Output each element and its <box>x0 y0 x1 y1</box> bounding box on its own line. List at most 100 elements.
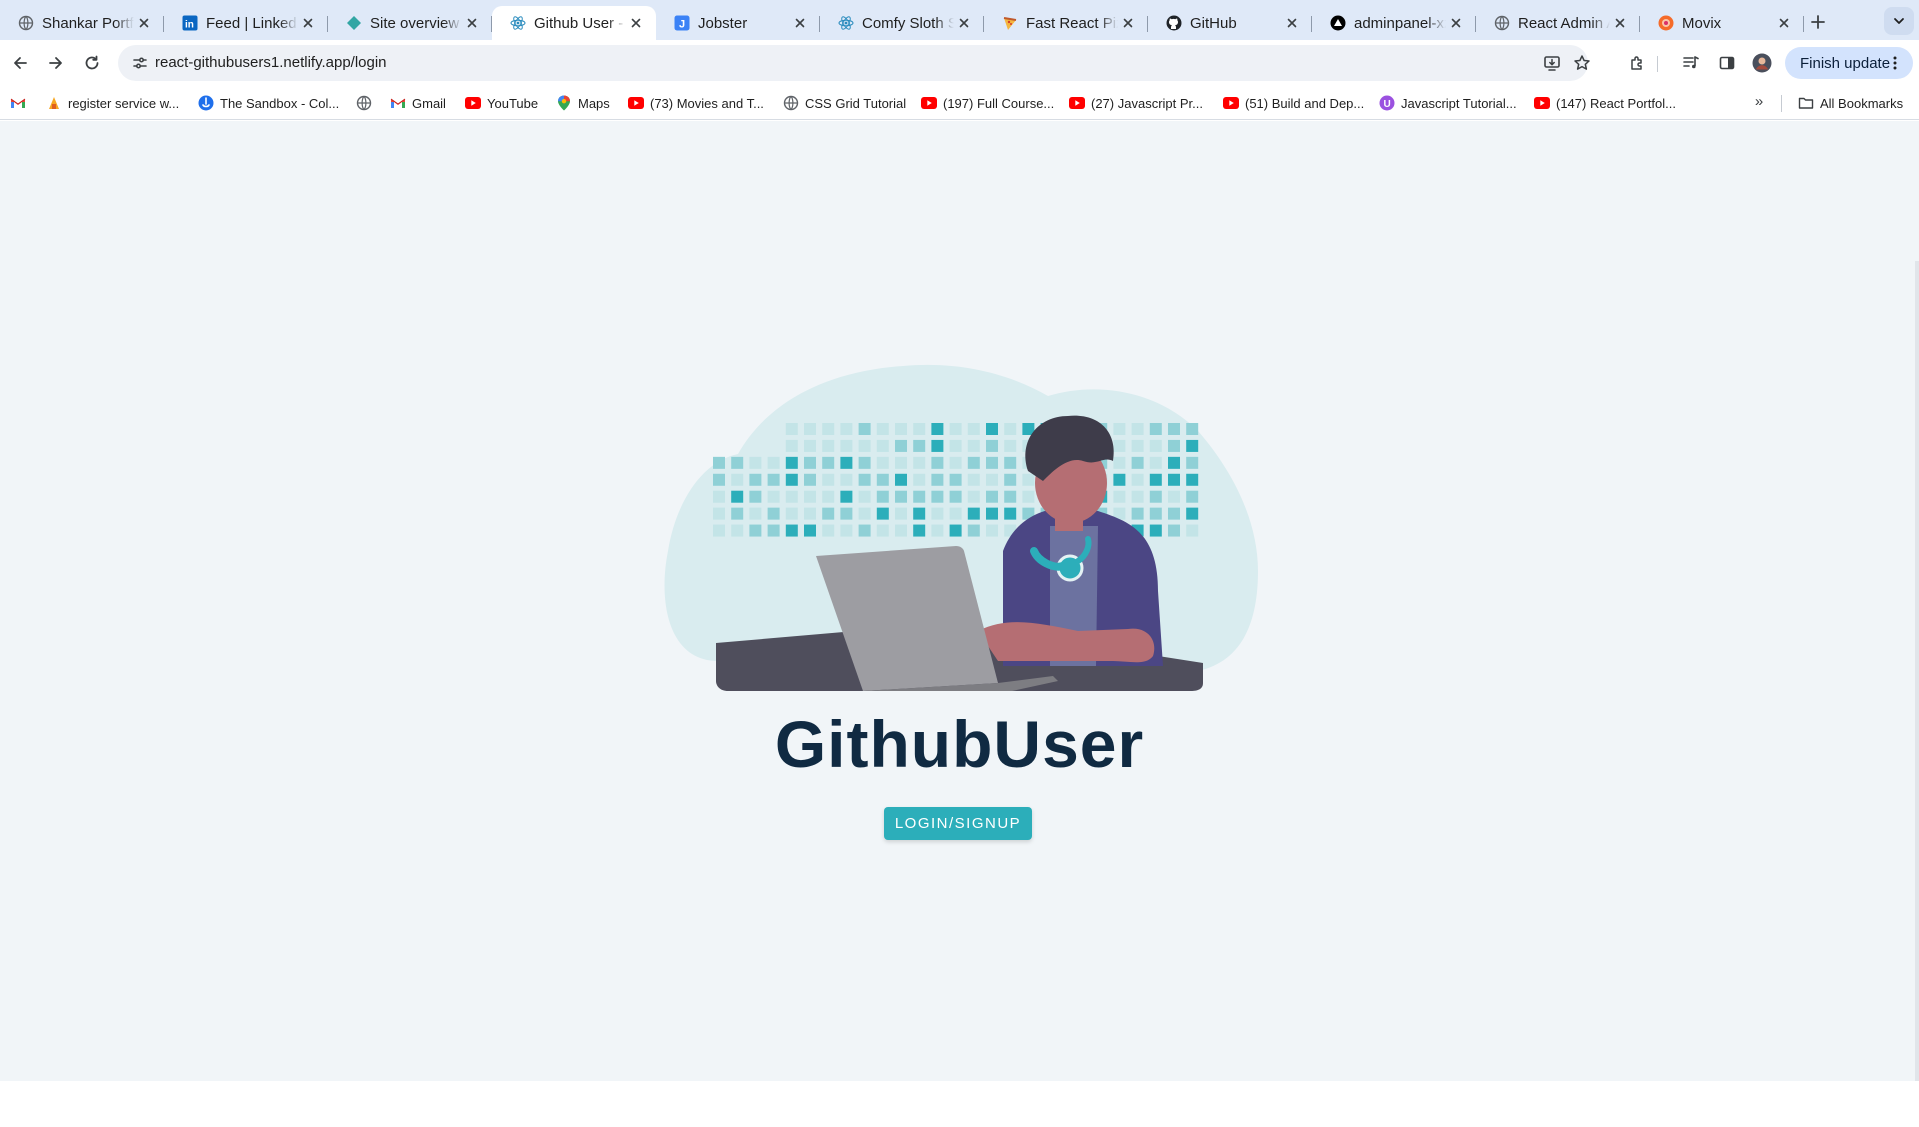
close-tab-icon[interactable] <box>790 13 810 33</box>
browser-tab[interactable]: in Feed | LinkedIn <box>164 6 328 40</box>
close-tab-icon[interactable] <box>134 13 154 33</box>
extensions-button[interactable] <box>1621 47 1653 79</box>
close-tab-icon[interactable] <box>462 13 482 33</box>
address-bar[interactable]: react-githubusers1.netlify.app/login <box>118 45 1590 81</box>
scrollbar-track[interactable] <box>1915 261 1919 1121</box>
browser-tab[interactable]: Shankar Portfolio <box>0 6 164 40</box>
forward-button[interactable] <box>40 47 72 79</box>
url-text[interactable]: react-githubusers1.netlify.app/login <box>155 54 387 71</box>
browser-tab[interactable]: Fast React Pizza <box>984 6 1148 40</box>
browser-tab[interactable]: adminpanel-xza <box>1312 6 1476 40</box>
gmail-icon <box>10 95 26 111</box>
tab-title: Fast React Pizza <box>1026 14 1118 32</box>
reload-button[interactable] <box>76 47 108 79</box>
bookmark-label: (51) Build and Dep... <box>1245 95 1365 111</box>
browser-tab[interactable]: GitHub <box>1148 6 1312 40</box>
tab-title: Jobster <box>698 14 748 32</box>
login-signup-button[interactable]: LOGIN/SIGNUP <box>884 807 1032 840</box>
tab-title: Movix <box>1682 14 1722 32</box>
bookmark-item[interactable]: Gmail <box>390 93 446 113</box>
new-tab-button[interactable] <box>1804 8 1832 36</box>
profile-avatar-button[interactable] <box>1746 47 1778 79</box>
side-panel-button[interactable] <box>1711 47 1743 79</box>
netlify-icon <box>345 14 363 32</box>
bookmark-item[interactable]: (147) React Portfol... <box>1534 93 1676 113</box>
service-icon <box>46 95 62 111</box>
tab-strip: Shankar Portfolio in Feed | LinkedIn Site o… <box>0 0 1919 40</box>
install-app-button[interactable] <box>1536 47 1568 79</box>
bookmark-item[interactable]: (197) Full Course... <box>921 93 1054 113</box>
react-icon <box>509 14 527 32</box>
triangle-logo-icon <box>1329 14 1347 32</box>
plus-icon <box>1811 15 1825 29</box>
maps-icon <box>556 95 572 111</box>
page-title: GithubUser <box>774 707 1145 781</box>
globe-icon <box>356 95 372 111</box>
bookmark-item[interactable]: CSS Grid Tutorial <box>783 93 906 113</box>
bookmarks-bar: register service w... The Sandbox - Col..… <box>0 86 1919 120</box>
reload-icon <box>85 55 99 70</box>
browser-tab[interactable]: React Admin Ap <box>1476 6 1640 40</box>
bookmark-item[interactable]: (27) Javascript Pr... <box>1069 93 1203 113</box>
finish-update-button[interactable]: Finish update <box>1785 47 1913 79</box>
install-icon <box>1544 56 1560 71</box>
tab-title: React Admin Ap <box>1518 14 1610 32</box>
bookmark-label: YouTube <box>487 95 539 111</box>
bookmark-item[interactable]: U Javascript Tutorial... <box>1379 93 1517 113</box>
more-vert-icon <box>1893 56 1897 70</box>
youtube-icon <box>921 95 937 111</box>
bookmark-item[interactable] <box>10 93 32 113</box>
jobster-icon: J <box>673 14 691 32</box>
tune-icon <box>133 57 147 69</box>
browser-tab[interactable]: Site overview | n <box>328 6 492 40</box>
media-controls-button[interactable] <box>1675 47 1707 79</box>
bookmark-star-button[interactable] <box>1566 47 1598 79</box>
globe-icon <box>17 14 35 32</box>
all-bookmarks-label: All Bookmarks <box>1820 95 1904 111</box>
browser-tab[interactable]: Comfy Sloth Sta <box>820 6 984 40</box>
bookmark-item[interactable] <box>356 93 378 113</box>
svg-text:J: J <box>679 19 685 31</box>
close-tab-icon[interactable] <box>1118 13 1138 33</box>
bookmark-label: Javascript Tutorial... <box>1401 95 1517 111</box>
svg-text:in: in <box>185 20 194 31</box>
avatar-icon <box>1752 53 1772 73</box>
close-tab-icon[interactable] <box>1610 13 1630 33</box>
tab-title: GitHub <box>1190 14 1237 32</box>
globe-icon <box>1493 14 1511 32</box>
tab-title: Feed | LinkedIn <box>206 14 298 32</box>
toolbar-divider <box>1657 56 1658 72</box>
bookmark-item[interactable]: (73) Movies and T... <box>628 93 764 113</box>
tab-title: Comfy Sloth Sta <box>862 14 954 32</box>
close-tab-icon[interactable] <box>1774 13 1794 33</box>
browser-tab[interactable]: J Jobster <box>656 6 820 40</box>
close-tab-icon[interactable] <box>1282 13 1302 33</box>
all-bookmarks-button[interactable]: All Bookmarks <box>1798 93 1903 113</box>
more-bookmarks-button[interactable]: » <box>1748 93 1770 113</box>
svg-text:U: U <box>1384 99 1391 110</box>
gmail-icon <box>390 95 406 111</box>
github-icon <box>1165 14 1183 32</box>
linkedin-icon: in <box>181 14 199 32</box>
tab-title: Site overview | n <box>370 14 462 32</box>
site-info-button[interactable] <box>124 47 156 79</box>
browser-toolbar: react-githubusers1.netlify.app/login Fin… <box>0 40 1919 86</box>
bookmark-item[interactable]: register service w... <box>46 93 179 113</box>
bookmark-item[interactable]: (51) Build and Dep... <box>1223 93 1364 113</box>
browser-tab[interactable]: Movix <box>1640 6 1804 40</box>
close-tab-icon[interactable] <box>954 13 974 33</box>
close-tab-icon[interactable] <box>1446 13 1466 33</box>
close-tab-icon[interactable] <box>298 13 318 33</box>
sandbox-icon <box>198 95 214 111</box>
close-tab-icon[interactable] <box>626 13 646 33</box>
react-icon <box>837 14 855 32</box>
back-button[interactable] <box>4 47 36 79</box>
tab-search-button[interactable] <box>1884 7 1914 35</box>
tutorial-icon: U <box>1379 95 1395 111</box>
bookmark-item[interactable]: The Sandbox - Col... <box>198 93 339 113</box>
bookmark-item[interactable]: YouTube <box>465 93 538 113</box>
bookmark-item[interactable]: Maps <box>556 93 610 113</box>
youtube-icon <box>1069 95 1085 111</box>
globe-icon <box>783 95 799 111</box>
browser-tab[interactable]: Github User - St <box>492 6 656 40</box>
